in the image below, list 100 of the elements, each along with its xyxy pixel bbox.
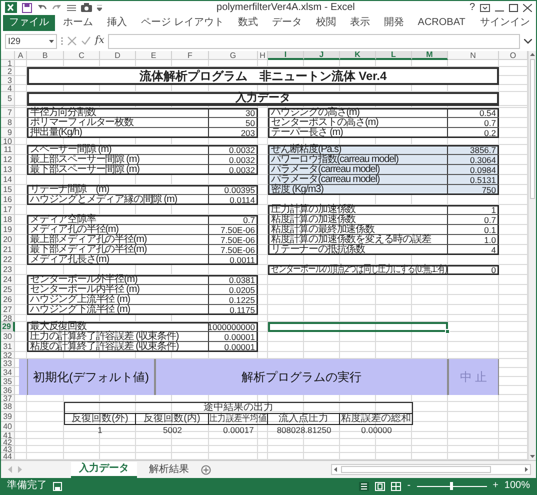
undo-icon[interactable] [37,3,47,12]
row-header[interactable]: 25 [1,285,15,295]
parameter-value[interactable]: 0.0984 [448,165,499,175]
parameter-value[interactable]: 0.0381 [209,275,258,285]
parameter-value[interactable]: 0.7 [448,215,499,225]
name-box[interactable]: I29 [5,34,57,48]
redo-icon[interactable] [52,3,62,12]
parameter-value[interactable]: 0.00001 [209,332,258,342]
parameter-value[interactable]: 0.1175 [209,305,258,315]
parameter-value[interactable]: 0.3064 [448,155,499,165]
row-header[interactable]: 37 [1,395,15,402]
parameter-value[interactable]: 50 [209,118,258,128]
parameter-value[interactable]: 0.2 [448,128,499,138]
row-header[interactable]: 28 [1,315,15,322]
row-header[interactable]: 43 [1,446,15,453]
parameter-value[interactable]: 0.0032 [209,165,258,175]
ribbon-tab[interactable]: ACROBAT [412,14,472,30]
expand-icon[interactable] [524,38,532,44]
parameter-value[interactable]: 30 [209,108,258,118]
maximize-icon[interactable] [509,4,518,12]
column-header[interactable]: M [412,51,448,60]
ribbon-tab[interactable]: ホーム [57,14,99,30]
macro-button[interactable]: 初期化(デフォルト値) [27,359,155,395]
parameter-value[interactable]: 0.0114 [209,195,258,205]
parameter-value[interactable]: 0 [448,265,499,275]
zoom-in-button[interactable]: + [492,481,498,491]
column-header[interactable]: A [15,51,27,60]
zoom-slider-thumb[interactable] [450,482,454,490]
parameter-value[interactable]: 0.0205 [209,285,258,295]
normal-view-icon[interactable] [359,482,370,490]
row-header[interactable]: 20 [1,235,15,245]
row-header[interactable]: 30 [1,332,15,342]
formula-field[interactable] [108,34,520,48]
row-header[interactable]: 5 [1,92,15,106]
column-header[interactable]: B [27,51,64,60]
ribbon-tab[interactable]: 挿入 [101,14,133,30]
column-header[interactable]: I [268,51,304,60]
row-header[interactable]: 11 [1,145,15,155]
ribbon-tab[interactable]: 数式 [232,14,264,30]
parameter-value[interactable]: 7.50E-06 [209,225,258,235]
sign-in-link[interactable]: サインイン [474,14,536,30]
vertical-scrollbar[interactable] [528,51,536,460]
zoom-out-button[interactable]: - [407,481,411,491]
row-header[interactable]: 32 [1,352,15,359]
close-icon[interactable] [523,4,532,12]
row-header[interactable]: 33 [1,359,15,368]
horizontal-scrollbar[interactable] [331,464,531,475]
row-header[interactable]: 39 [1,412,15,422]
parameter-value[interactable]: 0.54 [448,108,499,118]
row-header[interactable]: 22 [1,255,15,265]
row-header[interactable]: 36 [1,386,15,395]
row-header[interactable]: 29 [1,322,15,332]
column-header[interactable]: E [136,51,172,60]
parameter-value[interactable]: 7.50E-06 [209,235,258,245]
column-header[interactable]: O [499,51,528,60]
parameter-value[interactable]: 1 [448,205,499,215]
parameter-value[interactable]: 0.7 [448,118,499,128]
row-header[interactable]: 44 [1,453,15,460]
add-sheet-icon[interactable] [201,464,211,474]
caret-icon[interactable] [97,4,102,10]
camera-icon[interactable] [81,3,92,12]
row-header[interactable]: 2 [1,67,15,76]
row-header[interactable]: 17 [1,205,15,215]
parameter-value[interactable]: 0.00001 [209,342,258,352]
insert-function-button[interactable]: fx [95,36,104,46]
parameter-value[interactable]: 0.7 [209,215,258,225]
row-header[interactable]: 7 [1,108,15,118]
page-break-icon[interactable] [391,482,402,490]
column-header[interactable]: G [209,51,258,60]
excel-logo-icon[interactable] [5,2,17,13]
row-header[interactable]: 12 [1,155,15,165]
ribbon-tab[interactable]: 開発 [378,14,410,30]
parameter-value[interactable]: 3856.7 [448,145,499,155]
ribbon-tab[interactable]: ページ レイアウト [135,14,230,30]
page-layout-icon[interactable] [375,482,386,490]
list-icon[interactable] [67,4,76,12]
row-header[interactable]: 27 [1,305,15,315]
column-header[interactable]: J [304,51,340,60]
parameter-value[interactable]: 0.0011 [209,255,258,265]
parameter-value[interactable]: 0.00395 [209,185,258,195]
parameter-value[interactable]: 750 [448,185,499,195]
macro-button[interactable]: 解析プログラムの実行 [155,359,448,395]
row-header[interactable]: 4 [1,85,15,92]
ribbon-tab[interactable]: 校閲 [310,14,342,30]
row-header[interactable]: 1 [1,60,15,67]
column-header[interactable]: L [376,51,412,60]
row-header[interactable]: 10 [1,138,15,145]
column-header[interactable]: C [64,51,100,60]
ribbon-tab[interactable]: ファイル [3,14,55,30]
scroll-right-icon[interactable] [523,466,530,473]
row-header[interactable]: 23 [1,265,15,275]
help-button[interactable]: ? [469,2,475,12]
row-header[interactable]: 38 [1,402,15,412]
row-header[interactable]: 41 [1,432,15,439]
ribbon-options-icon[interactable] [480,4,490,12]
parameter-value[interactable]: 0.5131 [448,175,499,185]
parameter-value[interactable]: 1.0 [448,235,499,245]
row-header[interactable]: 26 [1,295,15,305]
parameter-value[interactable]: 0.1225 [209,295,258,305]
save-icon[interactable] [22,2,32,12]
